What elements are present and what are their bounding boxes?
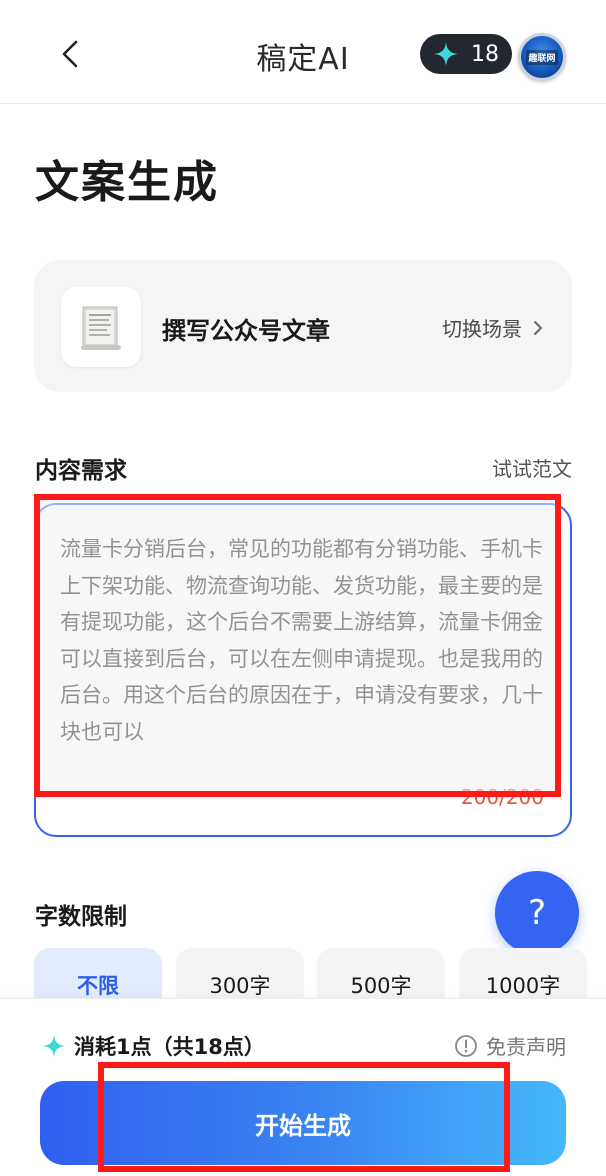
sparkle-icon	[42, 1034, 66, 1058]
avatar[interactable]: 趣联网	[518, 33, 566, 81]
content-section-label: 内容需求	[35, 458, 127, 484]
start-generate-button[interactable]: 开始生成	[40, 1081, 566, 1165]
cost-text: 消耗1点（共18点）	[74, 1035, 265, 1059]
disclaimer-link[interactable]: 免责声明	[454, 1031, 566, 1060]
help-button[interactable]: ?	[495, 871, 579, 955]
word-limit-label: 字数限制	[35, 904, 127, 930]
points-badge[interactable]: 18	[420, 34, 512, 74]
switch-scene-button[interactable]: 切换场景	[442, 313, 544, 342]
switch-scene-label: 切换场景	[442, 317, 522, 341]
content-textarea[interactable]: 流量卡分销后台，常见的功能都有分销功能、手机卡上下架功能、物流查询功能、发货功能…	[60, 531, 560, 751]
scene-thumbnail	[61, 287, 141, 367]
scene-selector-card[interactable]: 撰写公众号文章 切换场景	[34, 260, 572, 392]
sparkle-icon	[434, 42, 458, 66]
document-icon	[81, 306, 121, 350]
sample-text-link[interactable]: 试试范文	[492, 453, 572, 482]
char-counter: 200/200	[460, 785, 544, 809]
info-icon	[455, 1034, 477, 1057]
points-count: 18	[471, 41, 499, 67]
disclaimer-label: 免责声明	[486, 1035, 566, 1059]
scene-name: 撰写公众号文章	[162, 317, 330, 345]
app-title: 稿定AI	[256, 42, 350, 77]
top-bar: 稿定AI 18 趣联网	[0, 0, 606, 104]
cost-info: 消耗1点（共18点）	[42, 1031, 265, 1061]
chevron-right-icon	[534, 320, 542, 335]
avatar-label: 趣联网	[526, 49, 558, 65]
content-input-box[interactable]: 流量卡分销后台，常见的功能都有分销功能、手机卡上下架功能、物流查询功能、发货功能…	[34, 503, 572, 837]
page-title: 文案生成	[35, 157, 219, 208]
bottom-action-panel: 消耗1点（共18点） 免责声明 开始生成	[0, 998, 606, 1176]
